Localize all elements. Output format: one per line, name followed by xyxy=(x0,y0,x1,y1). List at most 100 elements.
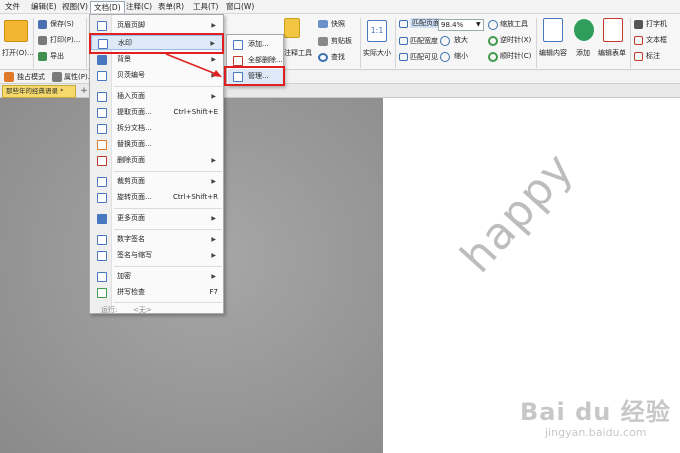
spell-check-icon xyxy=(97,288,107,298)
menu-tools[interactable]: 工具(T) xyxy=(190,1,221,13)
menu-item-crop-page[interactable]: 裁剪页面 ▶ xyxy=(91,174,223,189)
open-folder-icon[interactable] xyxy=(4,20,28,42)
delete-watermark-icon xyxy=(233,56,243,66)
menu-separator xyxy=(114,171,222,172)
menu-document[interactable]: 文档(D) xyxy=(90,1,125,13)
zoom-in-button[interactable]: 放大 xyxy=(454,35,468,45)
add-button[interactable]: 添加 xyxy=(576,48,590,58)
textbox-button[interactable]: 文本框 xyxy=(646,35,667,45)
sign-initials-icon xyxy=(97,251,107,261)
crop-page-icon xyxy=(97,177,107,187)
callout-button[interactable]: 标注 xyxy=(646,51,660,61)
submenu-item-add[interactable]: 添加... xyxy=(228,37,283,52)
insert-page-icon xyxy=(97,92,107,102)
textbox-icon xyxy=(634,36,643,45)
menu-item-spell-check[interactable]: 拼写检查 F7 xyxy=(91,285,223,300)
bates-icon xyxy=(97,71,107,81)
zoom-value: 98.4% xyxy=(441,21,464,29)
actual-size-icon: 1:1 xyxy=(367,20,387,42)
menu-window[interactable]: 窗口(W) xyxy=(223,1,257,13)
document-menu: 页眉页脚 ▶ 水印 ▶ 背景 ▶ 贝茨编号 ▶ 插入页面 ▶ 提取页面... C… xyxy=(89,14,224,314)
clipboard-button[interactable]: 剪贴板 xyxy=(331,36,352,46)
fit-width-icon xyxy=(399,37,408,45)
header-footer-icon xyxy=(97,21,107,31)
menu-item-header-footer[interactable]: 页眉页脚 ▶ xyxy=(91,18,223,33)
fit-visible-button[interactable]: 匹配可见 xyxy=(410,52,438,62)
run-value: <无> xyxy=(133,306,152,314)
submenu-arrow-icon: ▶ xyxy=(211,56,216,63)
actual-size-button[interactable]: 实际大小 xyxy=(363,48,391,58)
delete-page-icon xyxy=(97,156,107,166)
menu-item-extract-page[interactable]: 提取页面... Ctrl+Shift+E xyxy=(91,105,223,120)
menu-bar: 文件 编辑(E) 视图(V) 文档(D) 注释(C) 表单(R) 工具(T) 窗… xyxy=(0,0,680,14)
menu-separator xyxy=(114,266,222,267)
zoom-out-button[interactable]: 缩小 xyxy=(454,51,468,61)
site-watermark-logo: Bai du 经验 xyxy=(520,398,671,426)
replace-page-icon xyxy=(97,140,107,150)
menu-item-more-pages[interactable]: 更多页面 ▶ xyxy=(91,211,223,226)
menu-item-sign-initials[interactable]: 签名与缩写 ▶ xyxy=(91,248,223,263)
add-watermark-icon xyxy=(233,40,243,50)
exclusive-mode-icon xyxy=(4,72,14,82)
menu-item-insert-page[interactable]: 插入页面 ▶ xyxy=(91,89,223,104)
menu-item-split-document[interactable]: 拆分文档... xyxy=(91,121,223,136)
add-icon xyxy=(574,19,594,41)
properties-icon xyxy=(52,72,62,82)
more-pages-icon xyxy=(97,214,107,224)
fit-width-button[interactable]: 匹配宽度 xyxy=(410,36,438,46)
rotate-page-icon xyxy=(97,193,107,203)
snapshot-icon xyxy=(318,20,328,28)
menu-item-bates-numbering[interactable]: 贝茨编号 ▶ xyxy=(91,68,223,83)
menu-file[interactable]: 文件 xyxy=(2,1,23,13)
rotate-cw-button[interactable]: 顺时针(C) xyxy=(500,51,531,61)
menu-item-background[interactable]: 背景 ▶ xyxy=(91,52,223,67)
zoom-field[interactable]: 98.4% ▼ xyxy=(438,19,484,31)
menu-item-replace-page[interactable]: 替换页面... xyxy=(91,137,223,152)
rotate-ccw-button[interactable]: 逆时针(X) xyxy=(500,35,531,45)
fit-page-icon xyxy=(399,20,408,28)
extract-page-icon xyxy=(97,108,107,118)
print-button[interactable]: 打印(P)... xyxy=(50,35,80,45)
zoom-tool-icon xyxy=(488,20,498,30)
export-button[interactable]: 导出 xyxy=(50,51,64,61)
find-icon xyxy=(318,53,328,62)
zoom-tool-button[interactable]: 缩放工具 xyxy=(500,19,528,29)
menu-item-rotate-page[interactable]: 旋转页面... Ctrl+Shift+R xyxy=(91,190,223,205)
document-tab[interactable]: 那些年的经典语录 * xyxy=(2,85,76,98)
menu-view[interactable]: 视图(V) xyxy=(59,1,91,13)
new-tab-button[interactable]: + xyxy=(79,86,89,96)
background-icon xyxy=(97,55,107,65)
submenu-arrow-icon: ▶ xyxy=(211,22,216,29)
zoom-in-icon xyxy=(440,36,450,46)
digital-signature-icon xyxy=(97,235,107,245)
open-button[interactable]: 打开(O)... xyxy=(2,48,34,58)
run-label: 运行: xyxy=(101,306,118,314)
menu-run-row: 运行: <无> xyxy=(91,303,223,318)
chevron-down-icon[interactable]: ▼ xyxy=(476,20,481,30)
find-button[interactable]: 查找 xyxy=(331,52,345,62)
callout-icon xyxy=(634,52,643,61)
exclusive-mode-button[interactable]: 独占模式 xyxy=(17,72,45,82)
submenu-arrow-icon: ▶ xyxy=(211,72,216,79)
encrypt-icon xyxy=(97,272,107,282)
export-icon xyxy=(38,52,47,61)
comment-tools-button[interactable]: 注释工具 xyxy=(284,48,312,58)
annotation-box-manage xyxy=(224,66,285,86)
rotate-right-icon xyxy=(488,52,498,62)
menu-separator xyxy=(114,86,222,87)
snapshot-button[interactable]: 快照 xyxy=(331,19,345,29)
menu-comment[interactable]: 注释(C) xyxy=(123,1,155,13)
menu-form[interactable]: 表单(R) xyxy=(155,1,187,13)
menu-item-delete-page[interactable]: 删除页面 ▶ xyxy=(91,153,223,168)
typewriter-button[interactable]: 打字机 xyxy=(646,19,667,29)
annotation-box-watermark xyxy=(89,33,224,54)
menu-edit[interactable]: 编辑(E) xyxy=(28,1,60,13)
print-icon xyxy=(38,36,47,45)
edit-form-button[interactable]: 编辑表单 xyxy=(598,48,626,58)
edit-content-button[interactable]: 编辑内容 xyxy=(539,48,567,58)
menu-item-digital-signature[interactable]: 数字签名 ▶ xyxy=(91,232,223,247)
fit-visible-icon xyxy=(399,53,408,61)
menu-item-encrypt[interactable]: 加密 ▶ xyxy=(91,269,223,284)
submenu-arrow-icon: ▶ xyxy=(211,273,216,280)
save-button[interactable]: 保存(S) xyxy=(50,19,74,29)
